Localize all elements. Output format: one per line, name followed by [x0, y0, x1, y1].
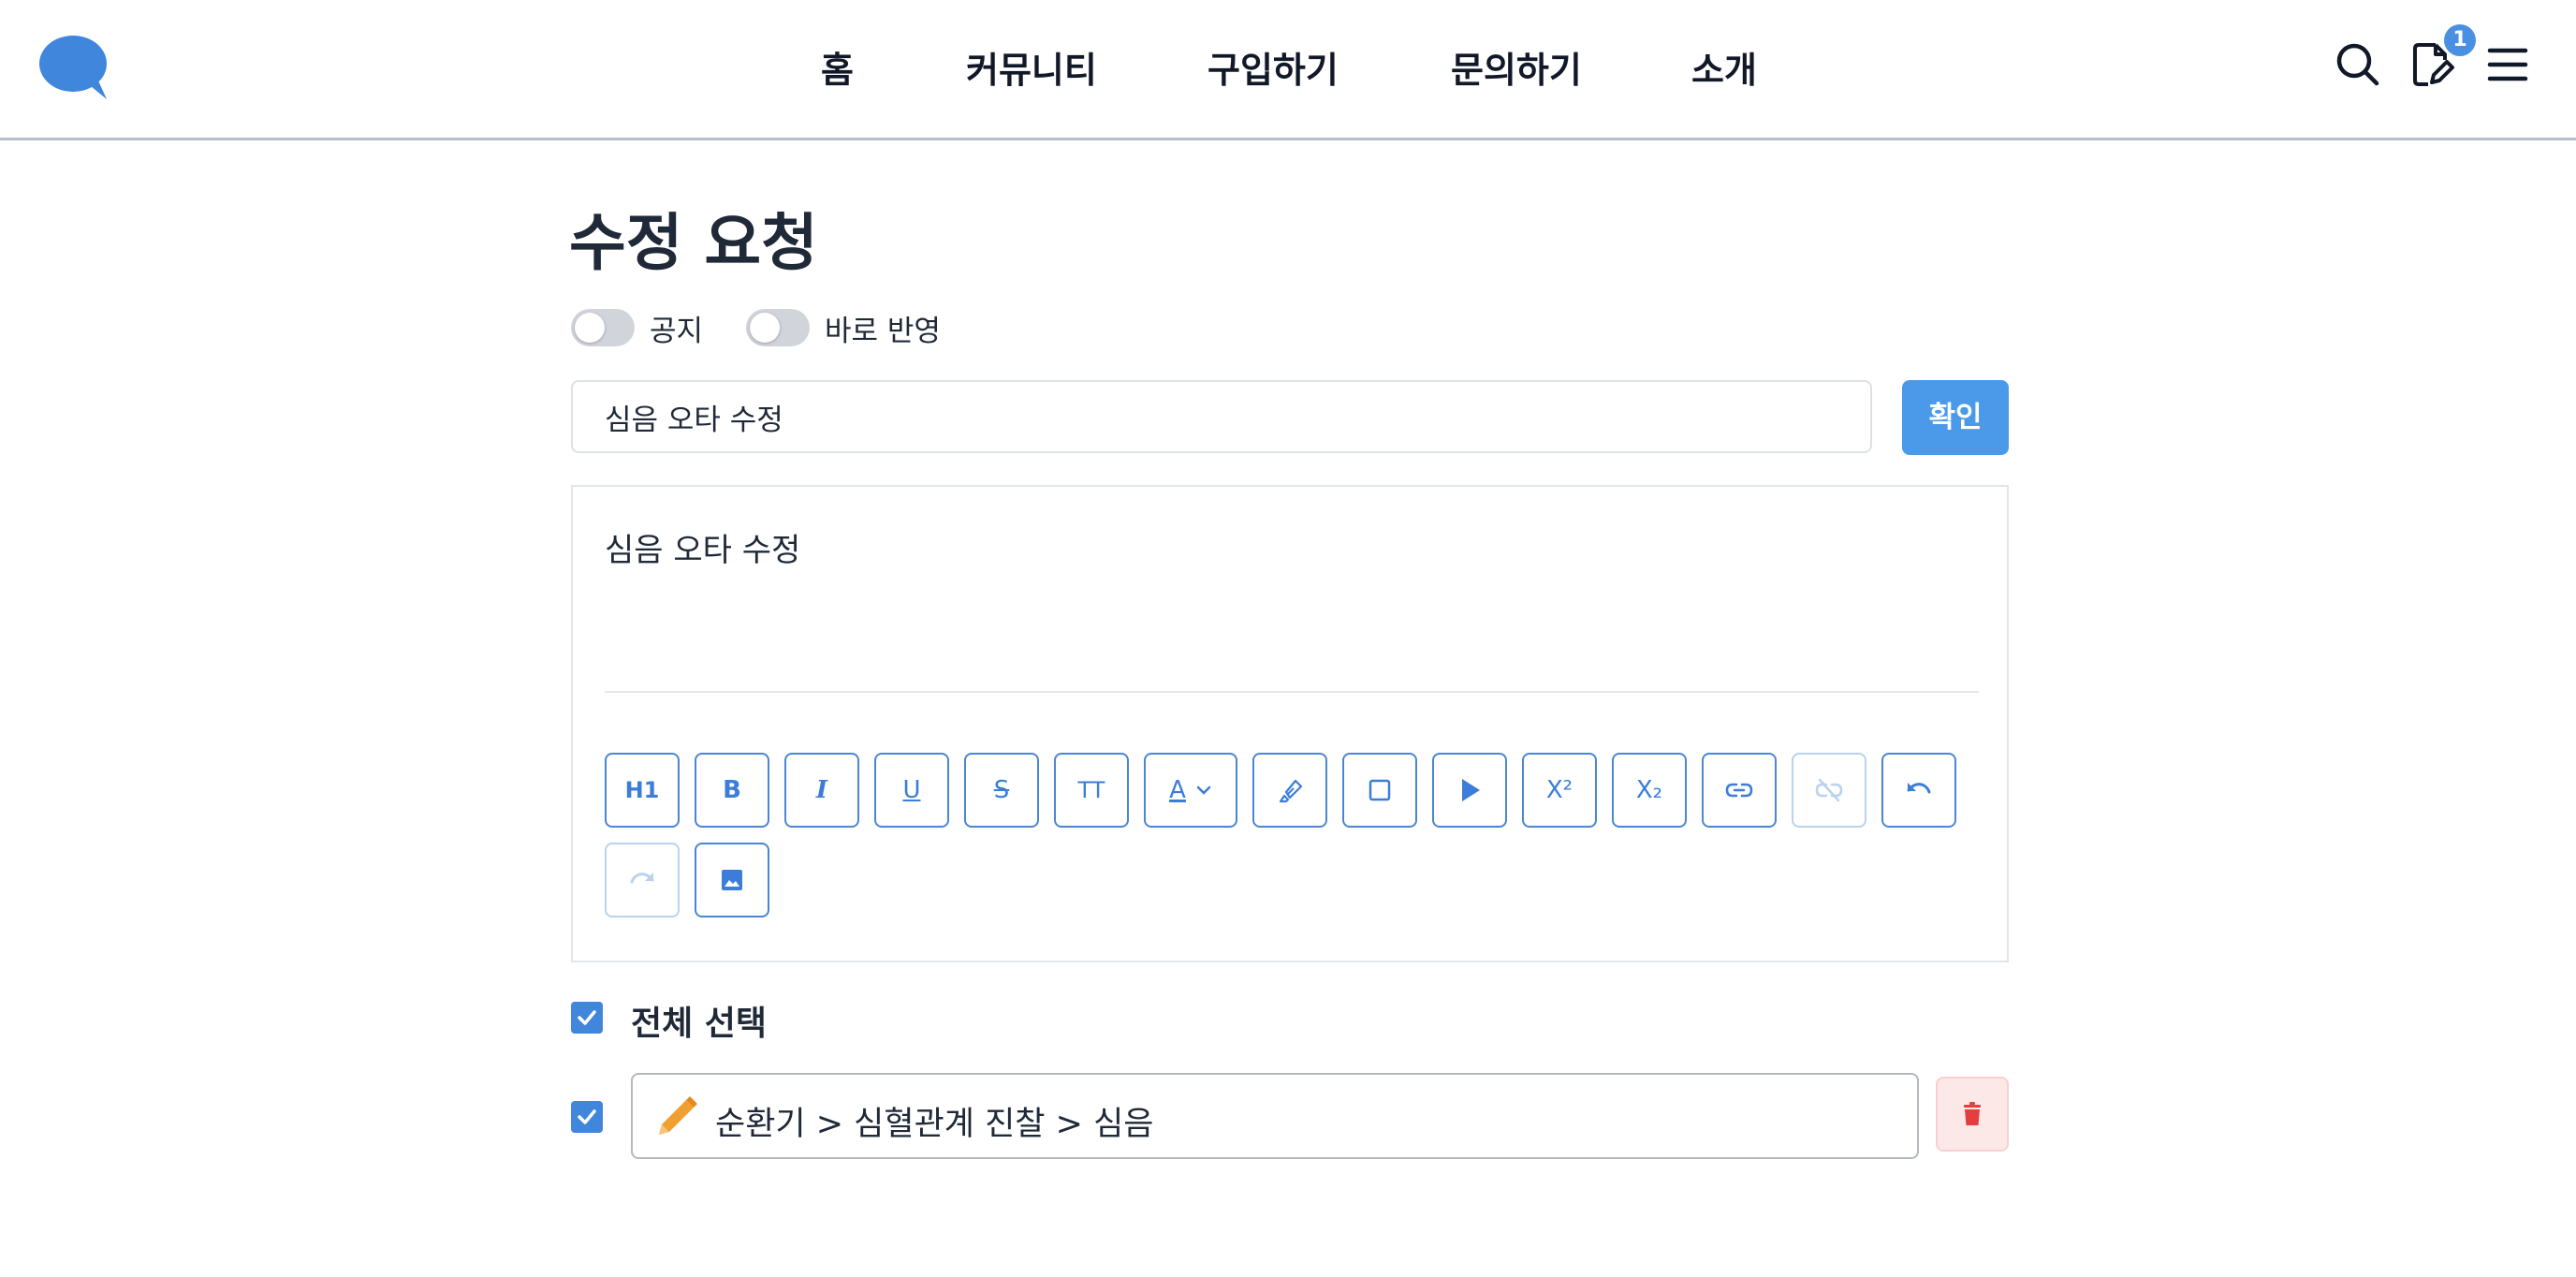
underline-icon: U: [902, 776, 921, 804]
rich-text-editor: 심음 오타 수정 H1 B I U S TT A X² X₂: [571, 485, 2009, 962]
subscript-button[interactable]: X₂: [1612, 753, 1687, 828]
editor-content[interactable]: 심음 오타 수정: [605, 524, 800, 570]
request-title-input[interactable]: [571, 380, 1872, 453]
highlighter-icon: [1279, 779, 1303, 803]
bold-button[interactable]: B: [695, 753, 769, 828]
apply-now-toggle-label: 바로 반영: [825, 315, 941, 348]
redo-button[interactable]: [605, 843, 680, 917]
highlighter-button[interactable]: [1252, 753, 1327, 828]
play-icon: [1462, 779, 1480, 801]
superscript-icon: X²: [1545, 776, 1573, 804]
strikethrough-icon: S: [993, 776, 1010, 804]
check-icon: [578, 1010, 596, 1025]
italic-button[interactable]: I: [784, 753, 859, 828]
undo-button[interactable]: [1881, 753, 1956, 828]
underline-button[interactable]: U: [874, 753, 949, 828]
notice-toggle[interactable]: [571, 309, 635, 346]
image-button[interactable]: [695, 843, 769, 917]
category-path-field[interactable]: 순환기 > 심혈관계 진찰 > 심음: [631, 1073, 1919, 1159]
italic-icon: I: [815, 776, 828, 804]
chevron-down-icon: [1196, 785, 1211, 795]
superscript-button[interactable]: X²: [1522, 753, 1597, 828]
unlink-icon: [1815, 778, 1843, 802]
bold-icon: B: [723, 776, 741, 804]
link-button[interactable]: [1702, 753, 1777, 828]
nav-home[interactable]: 홈: [821, 41, 854, 93]
box-icon: [1368, 779, 1391, 801]
toggle-knob: [575, 313, 605, 343]
pencil-icon: [659, 1096, 697, 1135]
nav-community[interactable]: 커뮤니티: [966, 41, 1097, 93]
text-color-button[interactable]: A: [1144, 753, 1237, 828]
editor-divider: [605, 691, 1979, 693]
page-title: 수정 요청: [569, 207, 818, 279]
nav-inquiry[interactable]: 문의하기: [1451, 41, 1582, 93]
heading-button[interactable]: H1: [605, 753, 680, 828]
subscript-icon: X₂: [1635, 776, 1663, 804]
item-checkbox[interactable]: [571, 1101, 603, 1133]
search-icon[interactable]: [2334, 41, 2381, 88]
menu-icon[interactable]: [2484, 41, 2531, 88]
undo-icon: [1907, 783, 1931, 794]
confirm-button[interactable]: 확인: [1902, 380, 2009, 455]
link-icon: [1725, 783, 1753, 798]
unlink-button[interactable]: [1792, 753, 1866, 828]
check-icon: [578, 1109, 596, 1124]
text-color-icon: A: [1169, 776, 1186, 804]
delete-button[interactable]: [1936, 1077, 2009, 1152]
select-all-checkbox[interactable]: [571, 1002, 603, 1034]
image-icon: [722, 870, 742, 890]
redo-icon: [630, 873, 654, 884]
category-path-text: 순환기 > 심혈관계 진찰 > 심음: [715, 1106, 1154, 1143]
font-size-button[interactable]: TT: [1054, 753, 1129, 828]
notification-badge: 1: [2444, 24, 2476, 56]
heading-icon: H1: [624, 777, 660, 803]
main-nav: 홈 커뮤니티 구입하기 문의하기 소개: [0, 0, 2576, 139]
trash-icon: [1964, 1102, 1981, 1125]
box-button[interactable]: [1342, 753, 1417, 828]
video-button[interactable]: [1432, 753, 1507, 828]
toggle-knob: [750, 313, 780, 343]
top-header: 홈 커뮤니티 구입하기 문의하기 소개 1: [0, 0, 2576, 140]
notice-toggle-label: 공지: [650, 315, 704, 348]
nav-about[interactable]: 소개: [1691, 41, 1757, 93]
nav-purchase[interactable]: 구입하기: [1208, 41, 1339, 93]
select-all-label: 전체 선택: [631, 1005, 768, 1043]
apply-now-toggle[interactable]: [746, 309, 810, 346]
strikethrough-button[interactable]: S: [964, 753, 1039, 828]
font-size-icon: TT: [1077, 777, 1105, 803]
